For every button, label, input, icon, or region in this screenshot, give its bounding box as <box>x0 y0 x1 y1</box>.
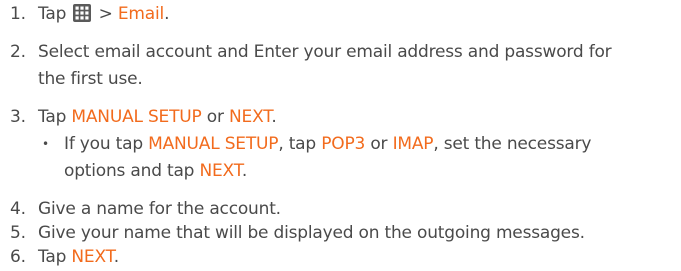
bullet-text-tap: , tap <box>278 134 316 154</box>
step-separator: > <box>98 4 113 24</box>
bullet-end: . <box>241 161 248 181</box>
step-text: Tap MANUAL SETUP or NEXT. <box>38 104 670 131</box>
bullet-text: If you tap MANUAL SETUP, tap POP3 or IMA… <box>64 131 670 185</box>
bullet-text-rest-2: options and tap <box>64 161 195 181</box>
step-number: 4. <box>10 199 26 219</box>
step-text: Give your name that will be displayed on… <box>38 223 585 243</box>
step-text-line-2: the first use. <box>38 69 143 89</box>
step-end: . <box>271 107 277 127</box>
step-text: Select email account and Enter your emai… <box>38 39 670 93</box>
step-number: 5. <box>10 223 26 243</box>
step-number: 1. <box>10 4 26 24</box>
apps-grid-icon <box>73 4 92 22</box>
imap-label: IMAP <box>392 134 434 154</box>
bullet-text-if: If you tap <box>64 134 143 154</box>
manual-setup-label: MANUAL SETUP <box>148 134 279 154</box>
step-number: 2. <box>10 42 26 62</box>
step-text-tap: Tap <box>38 107 67 127</box>
next-label: NEXT <box>71 247 114 267</box>
bullet-text-rest-1: , set the necessary <box>433 134 592 154</box>
step-number: 6. <box>10 247 26 267</box>
step-text-or: or <box>206 107 224 127</box>
bullet-text-or: or <box>370 134 388 154</box>
bullet-marker: • <box>42 137 49 151</box>
step-text-tap: Tap <box>38 4 67 24</box>
step-text-line-1: Select email account and Enter your emai… <box>38 42 612 62</box>
step-end: . <box>113 247 119 267</box>
email-label: Email <box>117 4 165 24</box>
step-end: . <box>164 4 170 24</box>
step-text: Tap > Email. <box>38 1 670 28</box>
step-number: 3. <box>10 107 26 127</box>
step-text-tap: Tap <box>38 247 67 267</box>
manual-setup-label: MANUAL SETUP <box>71 107 202 127</box>
instructions-list: 1. Tap > Email. 2. Select email account … <box>0 0 681 270</box>
step-text: Tap NEXT. <box>38 244 670 271</box>
next-label: NEXT <box>199 161 243 181</box>
next-label: NEXT <box>229 107 272 127</box>
pop3-label: POP3 <box>321 134 366 154</box>
step-text: Give a name for the account. <box>38 199 281 219</box>
